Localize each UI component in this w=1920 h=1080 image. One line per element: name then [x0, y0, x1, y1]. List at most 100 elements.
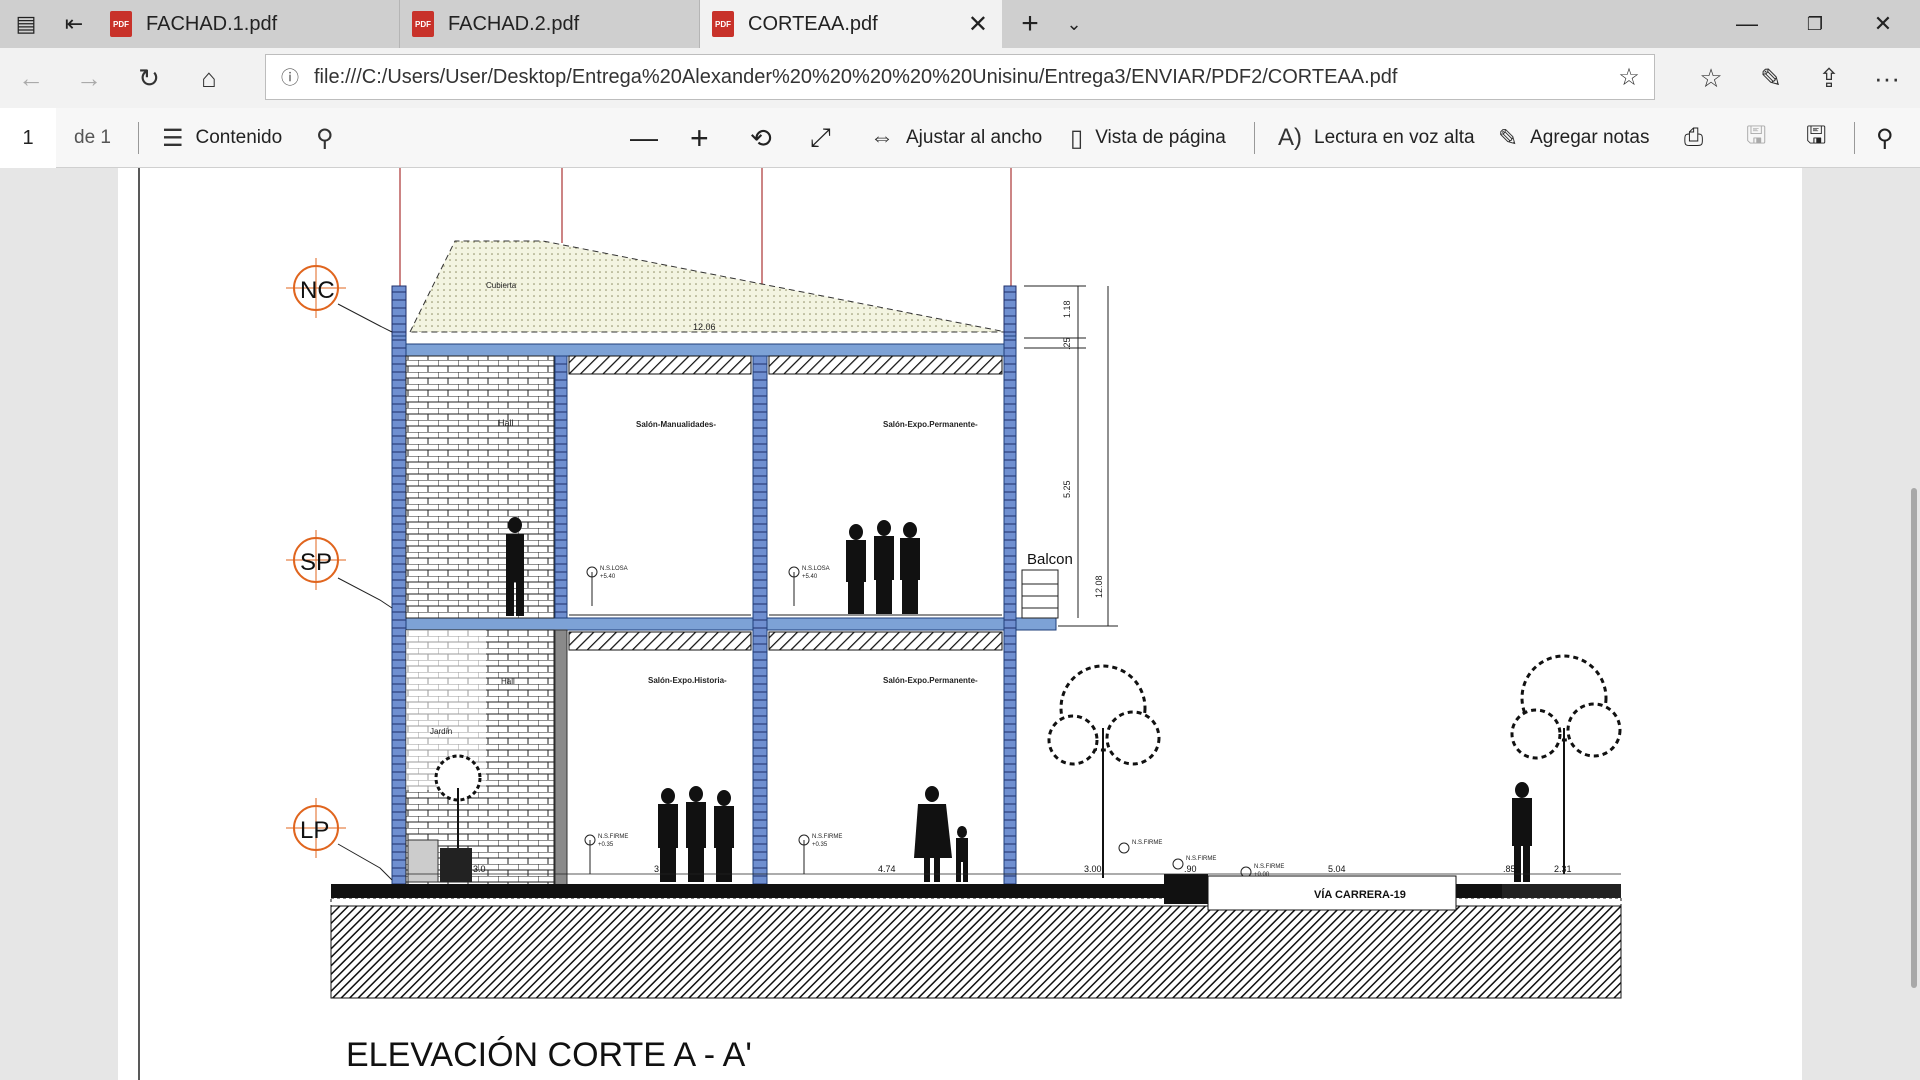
fullscreen-button[interactable]: ⤢ [810, 108, 831, 168]
share-icon[interactable]: ⇪ [1804, 48, 1854, 108]
dim-b7: 2.31 [1554, 864, 1572, 874]
ns-losa-value: +5.40 [802, 574, 818, 580]
close-window-icon[interactable]: ✕ [1858, 0, 1908, 48]
home-icon[interactable]: ⌂ [184, 48, 234, 108]
pin-icon: ⚲ [1876, 124, 1894, 152]
rotate-icon: ⟲ [750, 122, 772, 153]
chevron-down-icon[interactable]: ⌄ [1056, 0, 1092, 48]
tab-preview-icon[interactable]: ▤ [8, 0, 44, 48]
pdf-toolbar: 1 de 1 ☰ Contenido ⚲ — + ⟲ ⤢ ⇔ Ajustar a… [0, 108, 1920, 168]
search-button[interactable]: ⚲ [316, 108, 346, 168]
ns-firme-label: N.S.FIRME [812, 834, 842, 840]
more-icon[interactable]: ··· [1862, 48, 1912, 108]
close-tab-icon[interactable]: ✕ [968, 10, 988, 39]
tab-fachad2[interactable]: PDF FACHAD.2.pdf [400, 0, 700, 48]
read-aloud-icon: A) [1278, 124, 1302, 151]
minimize-icon[interactable]: — [1722, 0, 1772, 48]
contents-button[interactable]: ☰ Contenido [162, 108, 282, 168]
jardin-label: Jardín [430, 727, 452, 736]
tab-fachad1[interactable]: PDF FACHAD.1.pdf [98, 0, 400, 48]
expand-icon: ⤢ [810, 122, 831, 152]
tab-bar: ▤ ⇤ PDF FACHAD.1.pdf PDF FACHAD.2.pdf PD… [0, 0, 1920, 48]
search-icon: ⚲ [316, 124, 334, 152]
dim-b2: 3 [654, 864, 659, 874]
dim-b4: 3.00 [1084, 864, 1102, 874]
salon-manualidades-label: Salón-Manualidades- [636, 420, 716, 429]
page-view-button[interactable]: ▯ Vista de página [1070, 108, 1226, 168]
save-icon: 🖫 [1746, 121, 1767, 149]
pin-toolbar-button[interactable]: ⚲ [1876, 108, 1894, 168]
people-silhouettes [506, 517, 1532, 882]
drawing-title: ELEVACIÓN CORTE A - A' [346, 1036, 752, 1074]
favorites-icon[interactable]: ☆ [1686, 48, 1736, 108]
url-field[interactable]: ⓘ file:///C:/Users/User/Desktop/Entrega%… [265, 54, 1655, 100]
salon-expo-permanente-upper-label: Salón-Expo.Permanente- [883, 420, 978, 429]
dim-b6: 5.04 [1328, 864, 1346, 874]
read-aloud-button[interactable]: A) Lectura en voz alta [1278, 108, 1475, 168]
plus-icon: + [690, 119, 709, 156]
dim-d4: 12.08 [1094, 575, 1104, 598]
divider [138, 122, 139, 154]
save-button[interactable]: 🖫 [1746, 108, 1766, 168]
divider [1254, 122, 1255, 154]
page-view-label: Vista de página [1095, 127, 1226, 148]
level-marker-nc: NC [286, 258, 393, 333]
svg-text:SP: SP [300, 549, 332, 576]
tab-label: CORTEAA.pdf [748, 12, 878, 35]
tab-label: FACHAD.1.pdf [146, 12, 278, 35]
list-icon: ☰ [162, 124, 184, 152]
add-notes-button[interactable]: ✎ Agregar notas [1498, 108, 1649, 168]
fit-width-button[interactable]: ⇔ Ajustar al ancho [870, 108, 1042, 168]
print-icon: ⎙ [1684, 124, 1704, 151]
fit-width-icon: ⇔ [870, 124, 894, 151]
page-number-input[interactable]: 1 [0, 108, 56, 168]
ns-firme-value: +0.35 [598, 842, 614, 848]
ns-losa-label: N.S.LOSA [802, 566, 830, 572]
refresh-icon[interactable]: ↻ [124, 48, 174, 108]
restore-icon[interactable]: ❐ [1790, 0, 1840, 48]
balcon-label: Balcon [1027, 551, 1073, 568]
pdf-viewer[interactable]: Cubierta 12.06 Hall Hall Jardín Salón-Ma… [0, 168, 1920, 1080]
back-icon[interactable]: ← [6, 48, 56, 108]
svg-text:LP: LP [300, 817, 329, 844]
fit-width-label: Ajustar al ancho [906, 127, 1043, 148]
ns-firme-label: N.S.FIRME [1132, 840, 1162, 846]
via-label: VÍA CARRERA-19 [1314, 888, 1406, 901]
ns-firme-label: N.S.FIRME [1186, 856, 1216, 862]
web-note-icon[interactable]: ✎ [1746, 48, 1796, 108]
contents-label: Contenido [195, 127, 283, 148]
add-notes-label: Agregar notas [1530, 127, 1650, 148]
ns-firme-value: +0.35 [812, 842, 828, 848]
tab-corteaa[interactable]: PDF CORTEAA.pdf ✕ [700, 0, 1002, 48]
level-marker-sp: SP [286, 530, 393, 609]
ns-firme-label: N.S.FIRME [1254, 864, 1284, 870]
scrollbar[interactable] [1911, 488, 1917, 988]
section-drawing: Cubierta 12.06 Hall Hall Jardín Salón-Ma… [138, 168, 1622, 1080]
zoom-out-button[interactable]: — [630, 108, 658, 168]
page-total: de 1 [74, 127, 111, 148]
forward-icon[interactable]: → [64, 48, 114, 108]
pdf-file-icon: PDF [412, 11, 434, 37]
page-icon: ▯ [1070, 124, 1084, 152]
info-icon[interactable]: ⓘ [266, 64, 314, 90]
favorite-star-icon[interactable]: ☆ [1604, 63, 1654, 92]
dim-b5: .90 [1184, 864, 1197, 874]
svg-text:NC: NC [300, 277, 335, 304]
new-tab-icon[interactable]: + [1010, 0, 1050, 48]
minus-icon: — [630, 122, 658, 153]
dim-roof-width: 12.06 [693, 322, 716, 332]
pdf-file-icon: PDF [110, 11, 132, 37]
dim-b8: .85 [1503, 864, 1516, 874]
pen-icon: ✎ [1498, 124, 1519, 152]
tab-label: FACHAD.2.pdf [448, 12, 580, 35]
dim-d3: 5.25 [1062, 480, 1072, 498]
rotate-button[interactable]: ⟲ [750, 108, 772, 168]
level-marker-lp: LP [286, 798, 393, 881]
salon-expo-historia-label: Salón-Expo.Historia- [648, 676, 727, 685]
zoom-in-button[interactable]: + [690, 108, 709, 168]
ns-losa-label: N.S.LOSA [600, 566, 628, 572]
save-as-button[interactable]: 🖫 [1806, 108, 1826, 168]
print-button[interactable]: ⎙ [1684, 108, 1703, 168]
set-aside-tabs-icon[interactable]: ⇤ [56, 0, 92, 48]
divider [1854, 122, 1855, 154]
